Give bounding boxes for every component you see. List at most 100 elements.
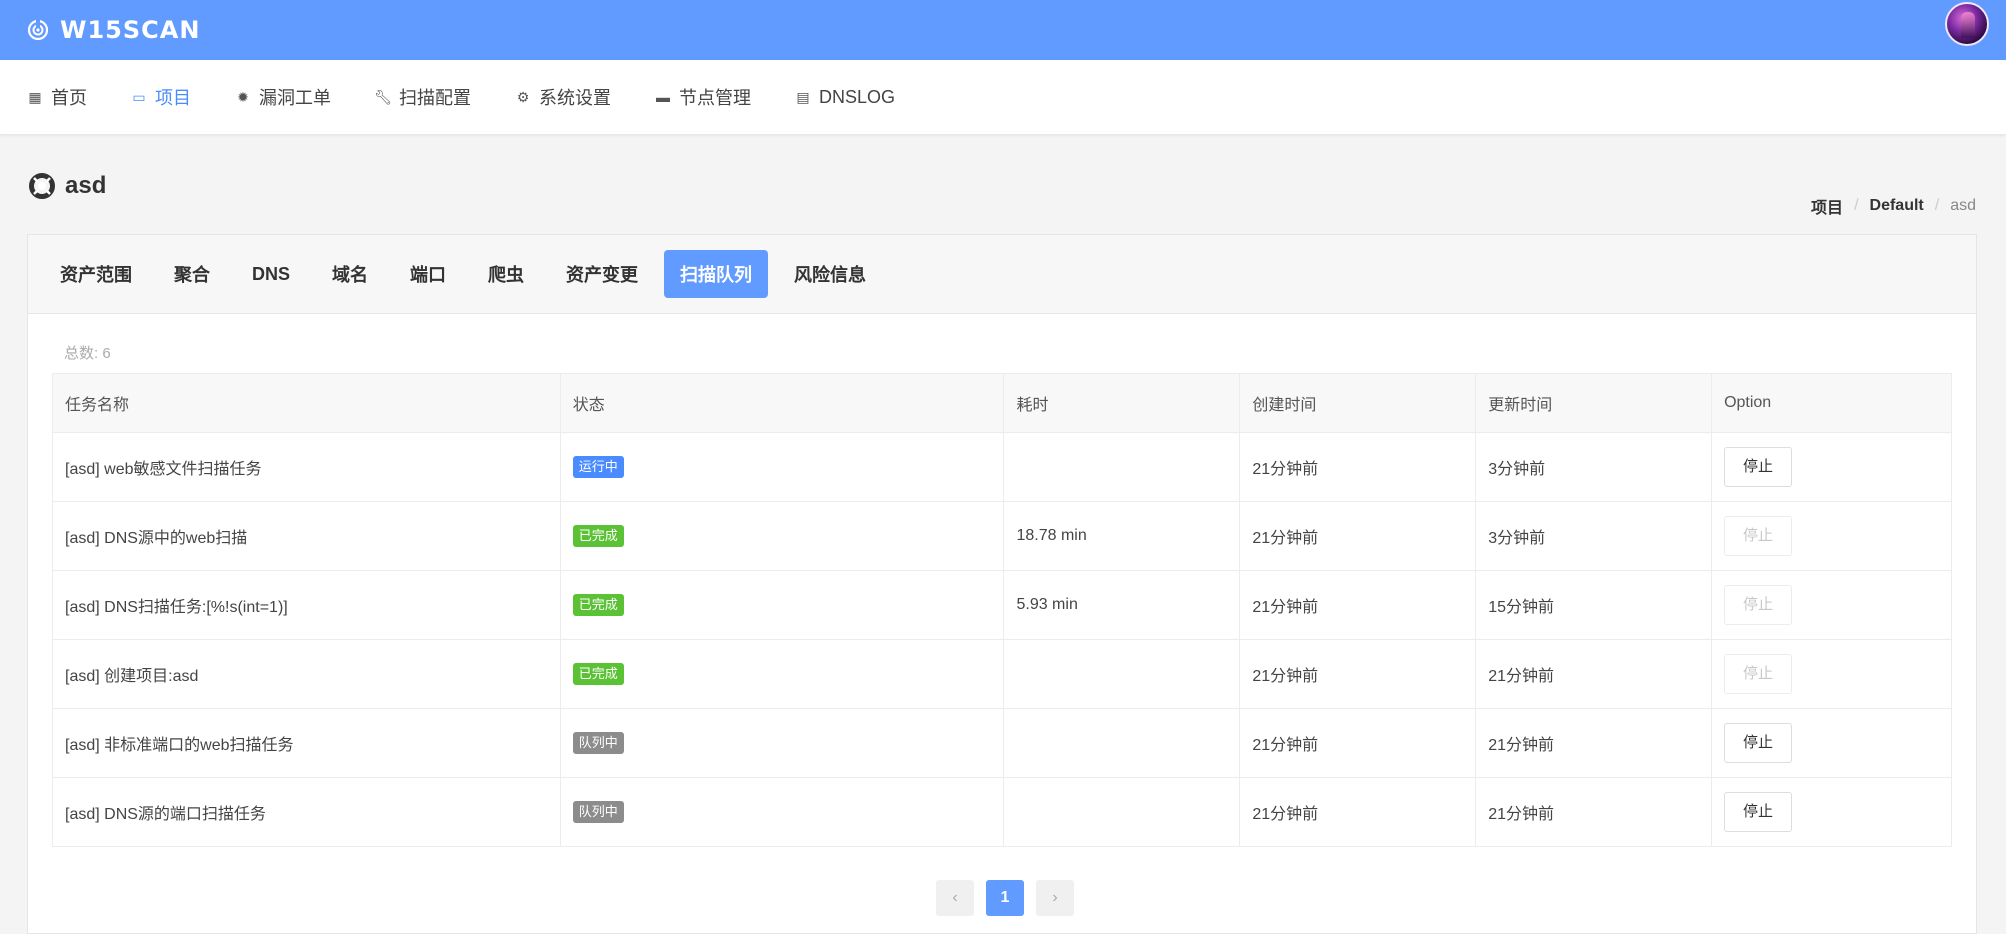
nav-label: 漏洞工单: [259, 88, 331, 108]
stop-button[interactable]: 停止: [1724, 654, 1793, 694]
pagination: ‹ 1 ›: [936, 880, 1086, 916]
tab-domain[interactable]: 域名: [316, 250, 384, 298]
tab-port[interactable]: 端口: [394, 250, 462, 298]
nav-item-scan-config[interactable]: 🔧︎ 扫描配置: [374, 84, 471, 110]
nav-label: 扫描配置: [399, 88, 471, 108]
task-duration: [1003, 639, 1241, 709]
created-time: 21分钟前: [1239, 639, 1477, 709]
column-header: 状态: [559, 373, 1005, 433]
table-header-row: 任务名称 状态 耗时 创建时间 更新时间 Option: [52, 373, 1952, 433]
updated-time: 3分钟前: [1475, 432, 1713, 502]
table-row: [asd] DNS扫描任务:[%!s(int=1)] 已完成 5.93 min …: [52, 570, 1952, 640]
gear-icon: ⚙︎: [516, 88, 530, 105]
status-badge: 已完成: [572, 594, 624, 616]
user-avatar[interactable]: [1945, 2, 1989, 46]
clipboard-icon: ▤: [796, 88, 810, 105]
nav-item-dnslog[interactable]: ▤ DNSLOG: [795, 87, 895, 108]
status-badge: 队列中: [572, 732, 624, 754]
created-time: 21分钟前: [1239, 708, 1477, 778]
brand-name: W15SCAN: [60, 16, 201, 44]
task-duration: 5.93 min: [1003, 570, 1241, 640]
created-time: 21分钟前: [1239, 777, 1477, 847]
tab-scan-queue[interactable]: 扫描队列: [664, 250, 769, 298]
tab-asset-changes[interactable]: 资产变更: [550, 250, 654, 298]
status-badge: 已完成: [572, 663, 624, 685]
stop-button[interactable]: 停止: [1724, 516, 1793, 556]
brand[interactable]: W15SCAN: [26, 16, 200, 44]
breadcrumb-item[interactable]: 项目: [1811, 194, 1843, 218]
nav-label: 系统设置: [539, 88, 611, 108]
scan-queue-table: 任务名称 状态 耗时 创建时间 更新时间 Option [asd] web敏感文…: [52, 373, 1952, 847]
tab-crawler[interactable]: 爬虫: [472, 250, 540, 298]
task-name: [asd] 创建项目:asd: [52, 639, 561, 709]
life-ring-icon: [29, 173, 55, 199]
breadcrumb-separator: /: [1934, 197, 1940, 214]
updated-time: 21分钟前: [1475, 708, 1713, 778]
table-row: [asd] DNS源的端口扫描任务 队列中 21分钟前 21分钟前 停止: [52, 777, 1952, 847]
page-title: asd: [29, 172, 106, 200]
project-card: 资产范围 聚合 DNS 域名 端口 爬虫 资产变更 扫描队列 风险信息 总数: …: [27, 234, 1977, 934]
task-name: [asd] 非标准端口的web扫描任务: [52, 708, 561, 778]
page-title-text: asd: [65, 172, 107, 199]
project-tabs: 资产范围 聚合 DNS 域名 端口 爬虫 资产变更 扫描队列 风险信息: [28, 235, 1976, 314]
stop-button[interactable]: 停止: [1724, 723, 1793, 763]
page-button[interactable]: 1: [986, 880, 1024, 916]
tab-aggregate[interactable]: 聚合: [158, 250, 226, 298]
nav-item-node-management[interactable]: ▬ 节点管理: [655, 84, 751, 110]
wrench-icon: 🔧︎: [374, 88, 392, 105]
created-time: 21分钟前: [1239, 432, 1477, 502]
radar-logo-icon: [26, 18, 50, 42]
column-header: Option: [1711, 373, 1952, 433]
stop-button[interactable]: 停止: [1724, 792, 1793, 832]
tab-asset-scope[interactable]: 资产范围: [44, 250, 148, 298]
status-badge: 运行中: [572, 456, 624, 478]
prev-page-button[interactable]: ‹: [936, 880, 974, 916]
main-nav: ▦ 首页 ▭ 项目 ✹ 漏洞工单 🔧︎ 扫描配置 ⚙︎ 系统设置 ▬ 节点管理 …: [0, 60, 2006, 135]
window-icon: ▭: [132, 88, 146, 105]
monitor-icon: ▬: [656, 89, 670, 105]
task-name: [asd] DNS源的端口扫描任务: [52, 777, 561, 847]
column-header: 创建时间: [1239, 373, 1477, 433]
status-badge: 已完成: [572, 525, 624, 547]
updated-time: 3分钟前: [1475, 501, 1713, 571]
task-duration: [1003, 432, 1241, 502]
tab-dns[interactable]: DNS: [236, 250, 306, 298]
status-badge: 队列中: [572, 801, 624, 823]
task-duration: [1003, 708, 1241, 778]
total-count: 总数: 6: [64, 345, 111, 362]
task-name: [asd] DNS扫描任务:[%!s(int=1)]: [52, 570, 561, 640]
table-row: [asd] web敏感文件扫描任务 运行中 21分钟前 3分钟前 停止: [52, 432, 1952, 502]
breadcrumb-item[interactable]: Default: [1870, 197, 1924, 215]
table-row: [asd] DNS源中的web扫描 已完成 18.78 min 21分钟前 3分…: [52, 501, 1952, 571]
updated-time: 15分钟前: [1475, 570, 1713, 640]
next-page-button[interactable]: ›: [1036, 880, 1074, 916]
stop-button[interactable]: 停止: [1724, 585, 1793, 625]
table-row: [asd] 创建项目:asd 已完成 21分钟前 21分钟前 停止: [52, 639, 1952, 709]
updated-time: 21分钟前: [1475, 777, 1713, 847]
nav-label: DNSLOG: [819, 86, 896, 107]
tab-risk-info[interactable]: 风险信息: [778, 250, 882, 298]
dashboard-icon: ▦: [28, 88, 42, 105]
breadcrumb: 项目 / Default / asd: [1811, 194, 1976, 218]
table-row: [asd] 非标准端口的web扫描任务 队列中 21分钟前 21分钟前 停止: [52, 708, 1952, 778]
nav-item-projects[interactable]: ▭ 项目: [131, 84, 191, 110]
stop-button[interactable]: 停止: [1724, 447, 1793, 487]
task-name: [asd] DNS源中的web扫描: [52, 501, 561, 571]
updated-time: 21分钟前: [1475, 639, 1713, 709]
task-name: [asd] web敏感文件扫描任务: [52, 432, 561, 502]
column-header: 任务名称: [52, 373, 561, 433]
bug-icon: ✹: [237, 88, 249, 105]
nav-label: 首页: [51, 88, 87, 108]
column-header: 耗时: [1003, 373, 1241, 433]
breadcrumb-current: asd: [1950, 197, 1976, 214]
nav-label: 节点管理: [679, 88, 751, 108]
task-duration: 18.78 min: [1003, 501, 1241, 571]
created-time: 21分钟前: [1239, 570, 1477, 640]
nav-item-system-settings[interactable]: ⚙︎ 系统设置: [515, 84, 611, 110]
nav-item-home[interactable]: ▦ 首页: [27, 84, 87, 110]
breadcrumb-separator: /: [1854, 197, 1859, 214]
top-bar: W15SCAN: [0, 0, 2006, 60]
nav-item-vuln-tickets[interactable]: ✹ 漏洞工单: [235, 84, 331, 110]
nav-label: 项目: [155, 88, 191, 108]
column-header: 更新时间: [1475, 373, 1713, 433]
